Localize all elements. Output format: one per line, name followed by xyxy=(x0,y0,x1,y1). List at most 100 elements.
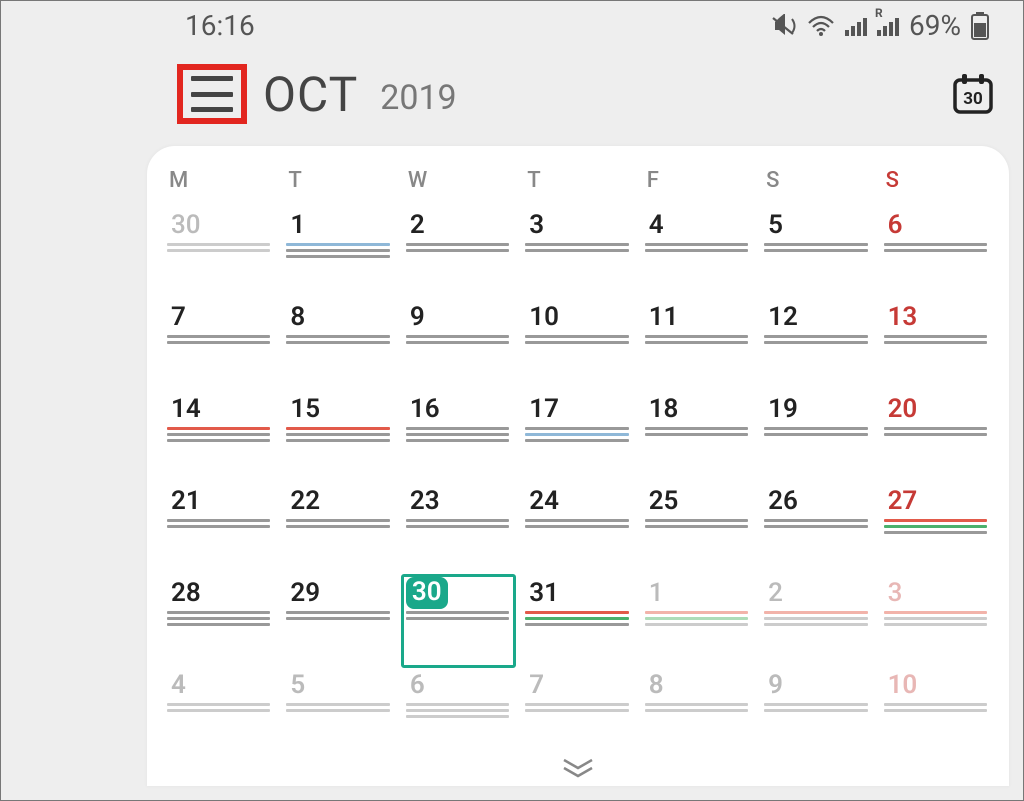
calendar-day[interactable]: 28 xyxy=(163,575,276,667)
calendar-day[interactable]: 8 xyxy=(641,667,754,747)
date-number: 17 xyxy=(525,393,563,425)
date-number: 22 xyxy=(286,485,324,517)
date-number: 4 xyxy=(167,669,190,701)
calendar-day[interactable]: 12 xyxy=(760,299,873,391)
calendar-day[interactable]: 13 xyxy=(880,299,993,391)
calendar-grid: 3012345678910111213141516171819202122232… xyxy=(163,207,993,747)
calendar-day[interactable]: 9 xyxy=(402,299,515,391)
date-number: 10 xyxy=(884,669,922,701)
calendar-day[interactable]: 15 xyxy=(282,391,395,483)
dow-header: S xyxy=(760,168,873,207)
calendar-day[interactable]: 14 xyxy=(163,391,276,483)
calendar-day[interactable]: 22 xyxy=(282,483,395,575)
calendar-day[interactable]: 5 xyxy=(760,207,873,299)
date-number: 31 xyxy=(525,577,563,609)
calendar-day[interactable]: 3 xyxy=(521,207,634,299)
event-indicators xyxy=(645,611,750,626)
mute-vibrate-icon xyxy=(769,14,797,38)
event-indicators xyxy=(525,335,630,344)
date-number: 3 xyxy=(884,577,907,609)
calendar-day[interactable]: 5 xyxy=(282,667,395,747)
date-number: 6 xyxy=(406,669,429,701)
status-bar: 16:16 R 69% xyxy=(1,1,1023,46)
calendar-day[interactable]: 26 xyxy=(760,483,873,575)
date-number: 24 xyxy=(525,485,563,517)
status-time: 16:16 xyxy=(25,9,255,42)
calendar-day[interactable]: 11 xyxy=(641,299,754,391)
hamburger-menu-icon[interactable] xyxy=(191,76,233,112)
calendar-day[interactable]: 3 xyxy=(880,575,993,667)
event-indicators xyxy=(286,243,391,258)
calendar-day[interactable]: 20 xyxy=(880,391,993,483)
menu-button-highlight xyxy=(177,64,247,124)
event-indicators xyxy=(525,427,630,442)
calendar-day[interactable]: 1 xyxy=(641,575,754,667)
event-indicators xyxy=(645,335,750,344)
battery-percent: 69% xyxy=(909,9,961,42)
calendar-day[interactable]: 29 xyxy=(282,575,395,667)
calendar-day[interactable]: 4 xyxy=(641,207,754,299)
date-number: 9 xyxy=(764,669,787,701)
calendar-day[interactable]: 24 xyxy=(521,483,634,575)
event-indicators xyxy=(286,335,391,344)
calendar-day[interactable]: 30 xyxy=(163,207,276,299)
expand-chevron-icon[interactable] xyxy=(560,758,596,782)
calendar-day[interactable]: 6 xyxy=(880,207,993,299)
svg-text:30: 30 xyxy=(963,89,983,109)
date-number: 28 xyxy=(167,577,205,609)
calendar-day[interactable]: 1 xyxy=(282,207,395,299)
date-number: 10 xyxy=(525,301,563,333)
calendar-day[interactable]: 6 xyxy=(402,667,515,747)
event-indicators xyxy=(884,703,989,712)
header-year[interactable]: 2019 xyxy=(380,78,456,118)
calendar-day[interactable]: 19 xyxy=(760,391,873,483)
date-number: 18 xyxy=(645,393,683,425)
date-number: 7 xyxy=(167,301,190,333)
calendar-day[interactable]: 27 xyxy=(880,483,993,575)
event-indicators xyxy=(645,703,750,712)
date-number: 30 xyxy=(406,577,448,609)
calendar-day[interactable]: 2 xyxy=(760,575,873,667)
event-indicators xyxy=(406,703,511,718)
date-number: 9 xyxy=(406,301,429,333)
calendar-day[interactable]: 16 xyxy=(402,391,515,483)
event-indicators xyxy=(764,611,869,626)
calendar-day[interactable]: 25 xyxy=(641,483,754,575)
status-right: R 69% xyxy=(769,9,999,42)
jump-to-today-icon[interactable]: 30 xyxy=(951,72,995,116)
calendar-day[interactable]: 10 xyxy=(880,667,993,747)
date-number: 15 xyxy=(286,393,324,425)
calendar-day[interactable]: 2 xyxy=(402,207,515,299)
calendar-day[interactable]: 18 xyxy=(641,391,754,483)
date-number: 5 xyxy=(286,669,309,701)
date-number: 21 xyxy=(167,485,205,517)
event-indicators xyxy=(884,519,989,534)
event-indicators xyxy=(645,519,750,528)
calendar-day[interactable]: 9 xyxy=(760,667,873,747)
calendar-day[interactable]: 17 xyxy=(521,391,634,483)
event-indicators xyxy=(764,519,869,528)
date-number: 26 xyxy=(764,485,802,517)
date-number: 2 xyxy=(406,209,429,241)
date-number: 27 xyxy=(884,485,922,517)
date-number: 8 xyxy=(645,669,668,701)
date-number: 2 xyxy=(764,577,787,609)
date-number: 29 xyxy=(286,577,324,609)
calendar-day[interactable]: 31 xyxy=(521,575,634,667)
dow-header: T xyxy=(521,168,634,207)
header-month[interactable]: OCT xyxy=(263,66,358,123)
date-number: 3 xyxy=(525,209,548,241)
calendar-day[interactable]: 23 xyxy=(402,483,515,575)
calendar-day[interactable]: 7 xyxy=(163,299,276,391)
calendar-day[interactable]: 10 xyxy=(521,299,634,391)
calendar-day[interactable]: 21 xyxy=(163,483,276,575)
event-indicators xyxy=(406,243,511,252)
date-number: 7 xyxy=(525,669,548,701)
event-indicators xyxy=(286,519,391,528)
date-number: 23 xyxy=(406,485,444,517)
calendar-day[interactable]: 8 xyxy=(282,299,395,391)
calendar-day[interactable]: 4 xyxy=(163,667,276,747)
calendar-day[interactable]: 7 xyxy=(521,667,634,747)
event-indicators xyxy=(884,335,989,344)
calendar-day-today[interactable]: 30 xyxy=(402,575,515,667)
